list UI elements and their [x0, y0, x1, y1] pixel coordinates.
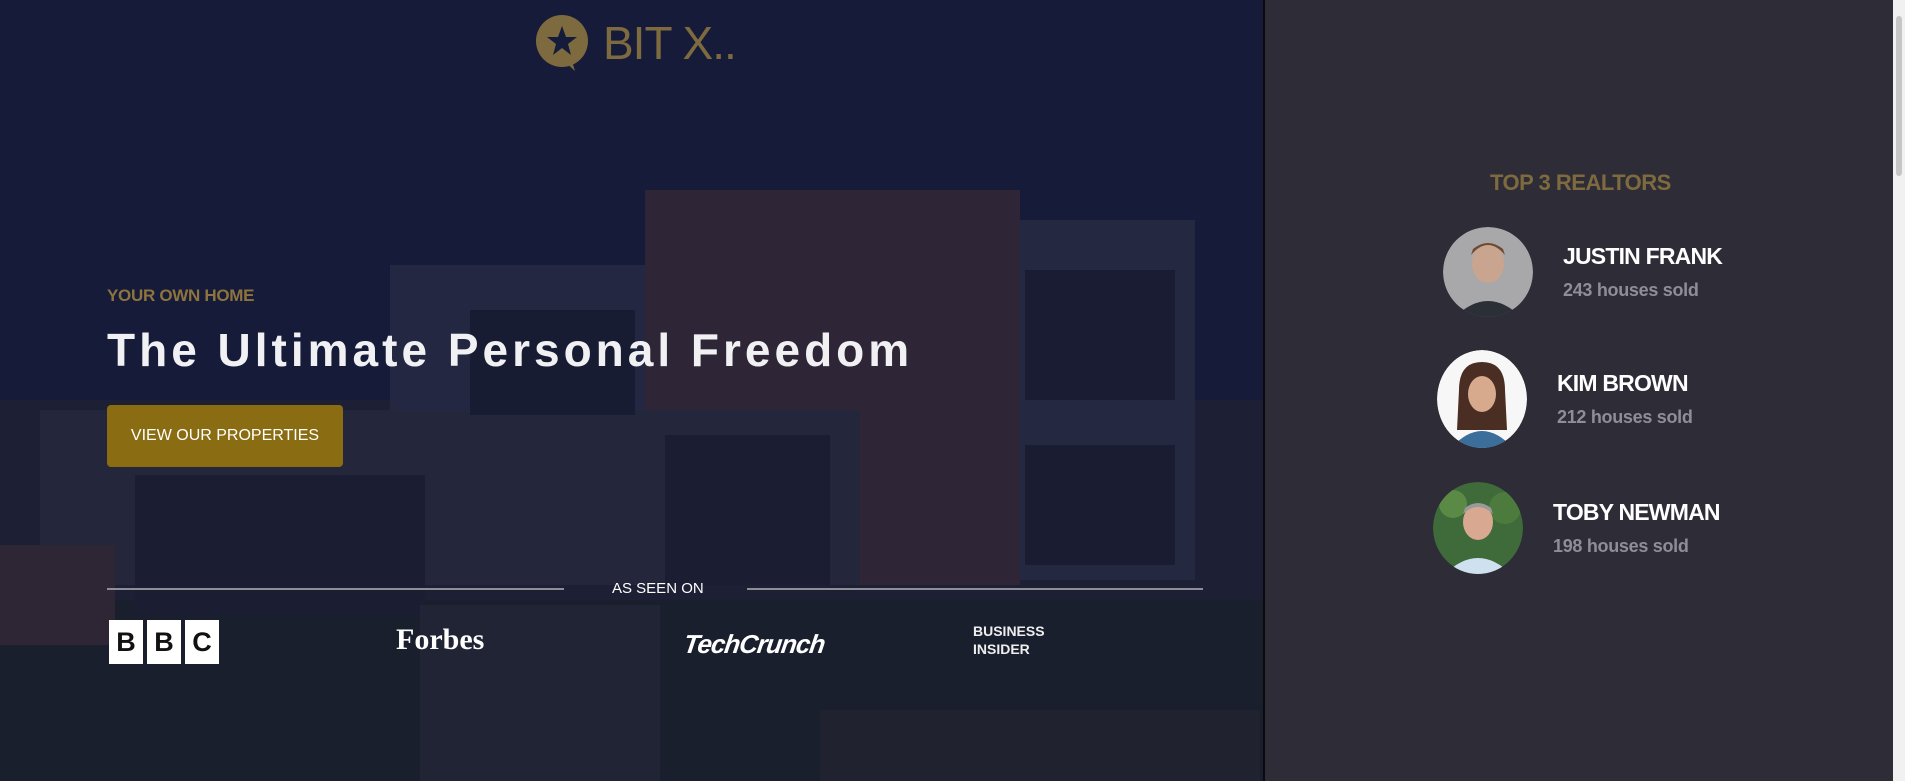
business-insider-line2: INSIDER — [973, 641, 1030, 657]
realtor-info: TOBY NEWMAN 198 houses sold — [1553, 499, 1720, 557]
realtor-name: TOBY NEWMAN — [1553, 499, 1720, 525]
forbes-logo: Forbes — [396, 623, 485, 656]
realtor-sold-count: 243 houses sold — [1563, 280, 1699, 300]
techcrunch-logo: TechCrunch — [681, 629, 827, 659]
bbc-letter: C — [185, 620, 219, 664]
business-insider-logo: BUSINESS INSIDER — [973, 622, 1045, 670]
realtor-sold-count: 198 houses sold — [1553, 536, 1689, 556]
hero-section: BIT X.. YOUR OWN HOME The Ultimate Perso… — [0, 0, 1263, 781]
realtor-card[interactable]: JUSTIN FRANK 243 houses sold — [1443, 227, 1723, 317]
as-seen-on-divider: AS SEEN ON — [107, 580, 1203, 600]
top-realtors-title: TOP 3 REALTORS — [1490, 170, 1671, 195]
realtor-info: JUSTIN FRANK 243 houses sold — [1563, 243, 1723, 301]
view-properties-button[interactable]: VIEW OUR PROPERTIES — [107, 405, 343, 467]
bbc-letter: B — [109, 620, 143, 664]
hero-headline: The Ultimate Personal Freedom — [107, 324, 914, 376]
scrollbar-thumb[interactable] — [1896, 16, 1902, 176]
divider-line-left — [107, 588, 564, 590]
hero-eyebrow: YOUR OWN HOME — [107, 286, 255, 305]
realtor-avatar-toby — [1433, 482, 1523, 574]
bbc-logo: B B C — [109, 620, 219, 668]
realtor-name: KIM BROWN — [1557, 370, 1689, 396]
realtor-card[interactable]: TOBY NEWMAN 198 houses sold — [1433, 482, 1720, 574]
realtor-name: JUSTIN FRANK — [1563, 243, 1723, 269]
realtor-info: KIM BROWN 212 houses sold — [1557, 370, 1693, 428]
brand-logo[interactable]: BIT X.. — [535, 14, 737, 72]
realtor-card[interactable]: KIM BROWN 212 houses sold — [1437, 350, 1693, 448]
realtor-sold-count: 212 houses sold — [1557, 407, 1693, 427]
bbc-letter: B — [147, 620, 181, 664]
business-insider-line1: BUSINESS — [973, 623, 1045, 639]
as-seen-on-label: AS SEEN ON — [612, 580, 704, 597]
star-chat-bubble-icon — [536, 15, 588, 71]
realtor-avatar-kim — [1437, 350, 1527, 448]
brand-name: BIT X.. — [603, 17, 737, 69]
realtor-avatar-justin — [1443, 227, 1533, 317]
divider-line-right — [747, 588, 1203, 590]
